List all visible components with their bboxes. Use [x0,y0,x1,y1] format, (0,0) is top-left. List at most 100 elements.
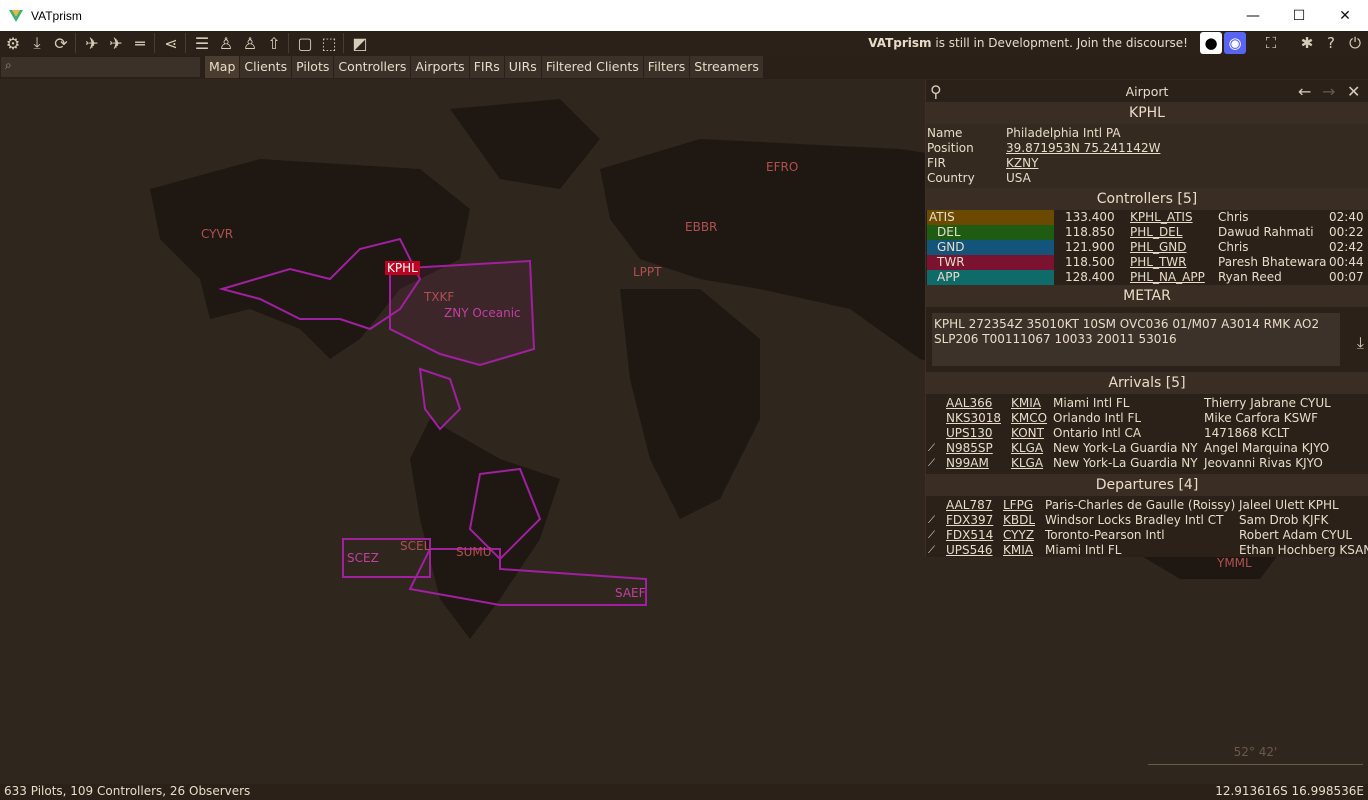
person-label-icon[interactable]: ♙ [239,32,261,54]
flight-airport[interactable]: KMIA [1011,396,1041,411]
flight-row[interactable]: ⟋ N985SP KLGA New York-La Guardia NY Angel M… [926,441,1368,456]
map-outline-icon[interactable]: ▢ [294,32,316,54]
tab-clients[interactable]: Clients [240,56,292,78]
flight-row[interactable]: AAL366 KMIA Miami Intl FL Thierry Jabrane C… [926,396,1368,411]
github-icon[interactable]: ● [1200,32,1222,54]
tab-map[interactable]: Map [205,56,240,78]
close-panel-icon[interactable]: ✕ [1347,82,1360,101]
close-window-button[interactable]: ✕ [1322,0,1368,31]
tab-controllers[interactable]: Controllers [334,56,411,78]
controller-frequency: 128.400 [1065,270,1115,284]
status-bar: 633 Pilots, 109 Controllers, 26 Observer… [0,784,1368,800]
flight-row[interactable]: ⟋ FDX514 CYYZ Toronto-Pearson Intl Robert Ad… [926,528,1368,543]
fullscreen-icon[interactable]: ⛶ [1260,32,1282,54]
flight-pilot: Robert Adam CYUL [1239,528,1353,542]
controller-callsign[interactable]: PHL_DEL [1130,225,1182,240]
bug-icon[interactable]: ✱ [1296,32,1318,54]
flight-airport[interactable]: CYYZ [1003,528,1034,543]
fir-link[interactable]: KZNY [1006,156,1038,171]
refresh-icon[interactable]: ⟳ [50,32,72,54]
flight-callsign[interactable]: N99AM [946,456,989,471]
map-label-ebbr[interactable]: EBBR [685,220,717,234]
power-icon[interactable]: ⏻ [1344,32,1366,54]
discord-icon[interactable]: ◉ [1224,32,1246,54]
map-label-zny-oceanic[interactable]: ZNY Oceanic [444,306,521,320]
map-label-scez[interactable]: SCEZ [347,551,379,565]
controller-time: 00:22 [1329,225,1364,239]
flight-airport[interactable]: LFPG [1003,498,1033,513]
flight-tag-icon: ⟋ [928,443,935,454]
flight-row[interactable]: AAL787 LFPG Paris-Charles de Gaulle (Roiss… [926,498,1368,513]
flight-pilot: Jeovanni Rivas KJYO [1204,456,1323,470]
gear-icon[interactable]: ⚙ [2,32,24,54]
help-icon[interactable]: ? [1320,32,1342,54]
controller-row[interactable]: DEL 118.850 PHL_DEL Dawud Rahmati 00:22 [926,225,1368,240]
map-label-txkf[interactable]: TXKF [424,290,454,304]
controller-type: TWR [927,255,1054,270]
share-icon[interactable]: ⋖ [160,32,182,54]
person-icon[interactable]: ♙ [215,32,237,54]
flight-callsign[interactable]: NKS3018 [946,411,1001,426]
plane-label-icon[interactable]: ✈ [105,32,127,54]
tab-firs[interactable]: FIRs [469,56,504,78]
flight-airport-name: New York-La Guardia NY [1053,456,1198,470]
controller-callsign[interactable]: PHL_GND [1130,240,1186,255]
info-value: USA [1006,171,1031,185]
controller-row[interactable]: APP 128.400 PHL_NA_APP Ryan Reed 00:07 [926,270,1368,285]
panel-header: ⚲ Airport ← → ✕ [926,80,1368,102]
search-input[interactable]: ⌕ [0,56,201,78]
map-label-sumu[interactable]: SUMU [456,545,492,559]
flight-row[interactable]: ⟋ N99AM KLGA New York-La Guardia NY Jeovanni… [926,456,1368,471]
flight-airport[interactable]: KLGA [1011,441,1043,456]
tower-icon[interactable]: ⇧ [263,32,285,54]
controller-callsign[interactable]: PHL_TWR [1130,255,1186,270]
flight-row[interactable]: ⟋ FDX397 KBDL Windsor Locks Bradley Intl CT… [926,513,1368,528]
forward-arrow-icon[interactable]: → [1322,82,1335,101]
flight-airport[interactable]: KLGA [1011,456,1043,471]
position-link[interactable]: 39.871953N 75.241142W [1006,141,1160,156]
map-label-efro[interactable]: EFRO [766,160,798,174]
tab-uirs[interactable]: UIRs [504,56,541,78]
metar-download-icon[interactable]: ⤓ [1357,333,1364,353]
flight-callsign[interactable]: UPS546 [946,543,993,558]
map-label-scel[interactable]: SCEL [400,539,430,553]
flight-callsign[interactable]: N985SP [946,441,993,456]
flight-callsign[interactable]: AAL787 [946,498,992,513]
map-alt-icon[interactable]: ◩ [349,32,371,54]
plane-icon[interactable]: ✈ [81,32,103,54]
map-label-lppt[interactable]: LPPT [633,265,662,279]
flight-airport[interactable]: KBDL [1003,513,1035,528]
controller-row[interactable]: GND 121.900 PHL_GND Chris 02:42 [926,240,1368,255]
tab-filters[interactable]: Filters [643,56,690,78]
tab-filtered-clients[interactable]: Filtered Clients [541,56,643,78]
flight-callsign[interactable]: AAL366 [946,396,992,411]
controller-row[interactable]: ATIS 133.400 KPHL_ATIS Chris 02:40 [926,210,1368,225]
tab-streamers[interactable]: Streamers [690,56,763,78]
flight-row[interactable]: ⟋ UPS546 KMIA Miami Intl FL Ethan Hochberg K… [926,543,1368,558]
map-label-ymml[interactable]: YMML [1217,556,1252,570]
map-label-kphl[interactable]: KPHL [385,261,420,275]
flight-airport[interactable]: KONT [1011,426,1044,441]
minimize-button[interactable]: — [1230,0,1276,31]
flight-airport[interactable]: KMCO [1011,411,1047,426]
flight-airport[interactable]: KMIA [1003,543,1033,558]
filter-icon[interactable]: ☰ [191,32,213,54]
controller-row[interactable]: TWR 118.500 PHL_TWR Paresh Bhatewara 00:44 [926,255,1368,270]
maximize-button[interactable]: ☐ [1276,0,1322,31]
flight-row[interactable]: UPS130 KONT Ontario Intl CA 1471868 KCLT [926,426,1368,441]
download-icon[interactable]: ⤓ [26,32,48,54]
back-arrow-icon[interactable]: ← [1298,82,1311,101]
map-label-cyvr[interactable]: CYVR [201,227,233,241]
flight-callsign[interactable]: FDX397 [946,513,993,528]
vatprism-logo-icon [9,9,23,22]
controller-callsign[interactable]: PHL_NA_APP [1130,270,1205,285]
flight-callsign[interactable]: FDX514 [946,528,993,543]
map-label-saef[interactable]: SAEF [615,586,646,600]
tab-pilots[interactable]: Pilots [292,56,334,78]
flight-row[interactable]: NKS3018 KMCO Orlando Intl FL Mike Carfora K… [926,411,1368,426]
flight-callsign[interactable]: UPS130 [946,426,993,441]
runway-icon[interactable]: ═ [129,32,151,54]
controller-callsign[interactable]: KPHL_ATIS [1130,210,1193,225]
tab-airports[interactable]: Airports [411,56,469,78]
map-dashed-icon[interactable]: ⬚ [318,32,340,54]
